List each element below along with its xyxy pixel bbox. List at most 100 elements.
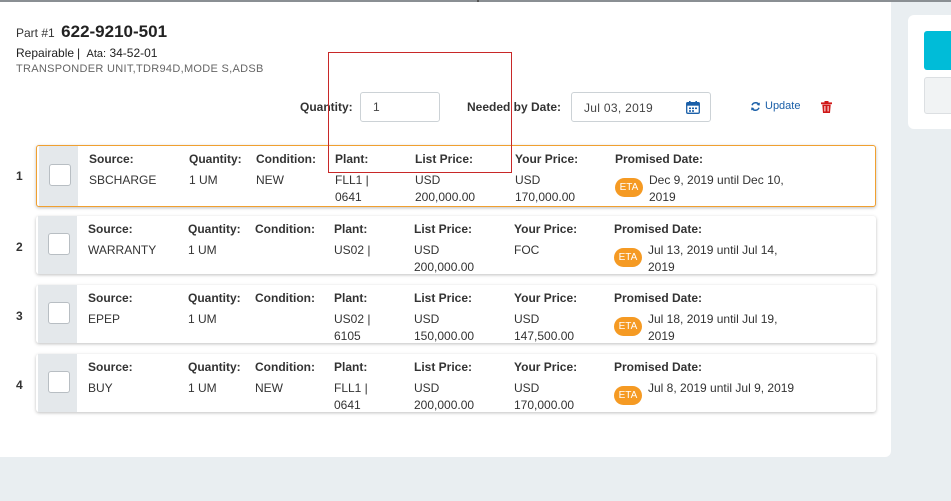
your-price-value: USD 147,500.00 xyxy=(514,312,575,343)
col-header: Source: xyxy=(88,291,133,305)
eta-badge: ETA xyxy=(614,386,642,405)
plant-value: FLL1 | 0641 xyxy=(335,173,369,204)
update-label: Update xyxy=(765,100,801,112)
row-number: 2 xyxy=(16,240,23,254)
col-list-price: List Price: USD 200,000.00 xyxy=(414,360,474,414)
trash-icon[interactable] xyxy=(821,101,832,113)
update-button[interactable]: Update xyxy=(750,100,800,112)
needed-by-date-value: Jul 03, 2019 xyxy=(584,101,653,115)
row-number: 3 xyxy=(16,309,23,323)
row-select-checkbox[interactable] xyxy=(48,302,70,324)
col-header: Your Price: xyxy=(514,222,578,236)
row-select-checkbox[interactable] xyxy=(49,164,71,186)
row-select-checkbox[interactable] xyxy=(48,371,70,393)
col-header: List Price: xyxy=(414,360,473,374)
row-select-cell xyxy=(38,285,77,343)
col-promised: Promised Date: ETA Jul 18, 2019 until Jul … xyxy=(614,291,818,345)
calendar-icon[interactable] xyxy=(686,101,700,114)
needed-by-date-picker[interactable]: Jul 03, 2019 xyxy=(571,92,711,122)
quantity-label: Quantity: xyxy=(300,100,353,114)
sourcing-option-row[interactable]: Source: BUY Quantity: 1 UM Condition: NEW Plan… xyxy=(36,354,876,412)
col-condition: Condition: NEW xyxy=(256,152,316,189)
part-description: TRANSPONDER UNIT,TDR94D,MODE S,ADSB xyxy=(16,63,264,75)
part-title: Part #1 622-9210-501 xyxy=(16,22,167,42)
side-panel xyxy=(908,15,951,129)
col-source: Source: EPEP xyxy=(88,291,133,328)
col-header: Source: xyxy=(88,360,133,374)
col-list-price: List Price: USD 200,000.00 xyxy=(415,152,475,206)
quantity-value: 1 UM xyxy=(189,173,218,187)
source-value: SBCHARGE xyxy=(89,173,157,187)
col-promised: Promised Date: ETA Jul 8, 2019 until Jul 9… xyxy=(614,360,818,405)
ata-value: 34-52-01 xyxy=(109,46,158,60)
col-plant: Plant: FLL1 | 0641 xyxy=(334,360,368,414)
list-price-value: USD 150,000.00 xyxy=(414,312,475,343)
eta-badge: ETA xyxy=(615,178,643,197)
source-value: WARRANTY xyxy=(88,243,157,257)
col-promised: Promised Date: ETA Jul 13, 2019 until Jul … xyxy=(614,222,818,276)
promised-value: Jul 8, 2019 until Jul 9, 2019 xyxy=(648,381,795,395)
col-your-price: Your Price: USD 147,500.00 xyxy=(514,291,577,345)
col-header: Your Price: xyxy=(514,291,578,305)
sourcing-option-row[interactable]: Source: EPEP Quantity: 1 UM Condition: Plant:… xyxy=(36,285,876,343)
col-header: Plant: xyxy=(334,222,368,236)
your-price-value: USD 170,000.00 xyxy=(514,381,575,412)
col-plant: Plant: FLL1 | 0641 xyxy=(335,152,369,206)
your-price-value: USD 170,000.00 xyxy=(515,173,576,204)
col-header: Quantity: xyxy=(188,222,241,236)
ata-label: Ata: xyxy=(86,48,107,60)
sourcing-option-row[interactable]: Source: SBCHARGE Quantity: 1 UM Condition: NE… xyxy=(36,145,876,207)
quantity-value: 1 UM xyxy=(188,381,217,395)
needed-by-date-label: Needed by Date: xyxy=(467,100,562,114)
col-condition: Condition: NEW xyxy=(255,360,315,397)
promised-value: Dec 9, 2019 until Dec 10, 2019 xyxy=(649,173,784,204)
col-source: Source: WARRANTY xyxy=(88,222,156,259)
side-primary-button[interactable] xyxy=(924,31,951,70)
row-select-cell xyxy=(38,354,77,412)
col-promised: Promised Date: ETA Dec 9, 2019 until Dec 1… xyxy=(615,152,819,206)
col-source: Source: SBCHARGE xyxy=(89,152,156,189)
col-header: Condition: xyxy=(255,360,315,374)
col-quantity: Quantity: 1 UM xyxy=(188,222,241,259)
source-value: EPEP xyxy=(88,312,121,326)
repairable-line: Repairable | Ata: 34-52-01 xyxy=(16,46,157,60)
col-header: Quantity: xyxy=(188,360,241,374)
eta-badge: ETA xyxy=(614,317,642,336)
col-your-price: Your Price: FOC xyxy=(514,222,577,259)
list-price-value: USD 200,000.00 xyxy=(414,243,475,274)
sourcing-option-row[interactable]: Source: WARRANTY Quantity: 1 UM Condition: Pl… xyxy=(36,216,876,274)
source-value: BUY xyxy=(88,381,113,395)
col-plant: Plant: US02 | xyxy=(334,222,370,259)
col-header: Your Price: xyxy=(514,360,578,374)
list-price-value: USD 200,000.00 xyxy=(415,173,476,204)
col-header: Your Price: xyxy=(515,152,579,166)
quantity-input[interactable] xyxy=(360,92,440,122)
plant-value: US02 | 6105 xyxy=(334,312,371,343)
col-header: Promised Date: xyxy=(614,222,703,236)
side-secondary-button[interactable] xyxy=(924,77,951,114)
your-price-value: FOC xyxy=(514,243,540,257)
separator: | xyxy=(77,46,81,60)
repairable-label: Repairable xyxy=(16,46,75,60)
col-your-price: Your Price: USD 170,000.00 xyxy=(514,360,577,414)
condition-value: NEW xyxy=(256,173,284,187)
col-header: Condition: xyxy=(256,152,316,166)
col-header: Quantity: xyxy=(188,291,241,305)
row-select-checkbox[interactable] xyxy=(48,233,70,255)
col-list-price: List Price: USD 150,000.00 xyxy=(414,291,474,345)
col-quantity: Quantity: 1 UM xyxy=(188,291,241,328)
list-price-value: USD 200,000.00 xyxy=(414,381,475,412)
col-header: Promised Date: xyxy=(614,291,703,305)
part-panel: Part #1 622-9210-501 Repairable | Ata: 34… xyxy=(0,2,891,457)
row-select-cell xyxy=(38,216,77,274)
col-header: Plant: xyxy=(334,360,368,374)
col-quantity: Quantity: 1 UM xyxy=(189,152,242,189)
col-header: Plant: xyxy=(335,152,369,166)
row-number: 4 xyxy=(16,378,23,392)
plant-value: FLL1 | 0641 xyxy=(334,381,368,412)
eta-badge: ETA xyxy=(614,248,642,267)
refresh-icon xyxy=(751,101,760,111)
col-your-price: Your Price: USD 170,000.00 xyxy=(515,152,578,206)
row-select-cell xyxy=(39,146,78,206)
part-number: 622-9210-501 xyxy=(61,22,168,41)
